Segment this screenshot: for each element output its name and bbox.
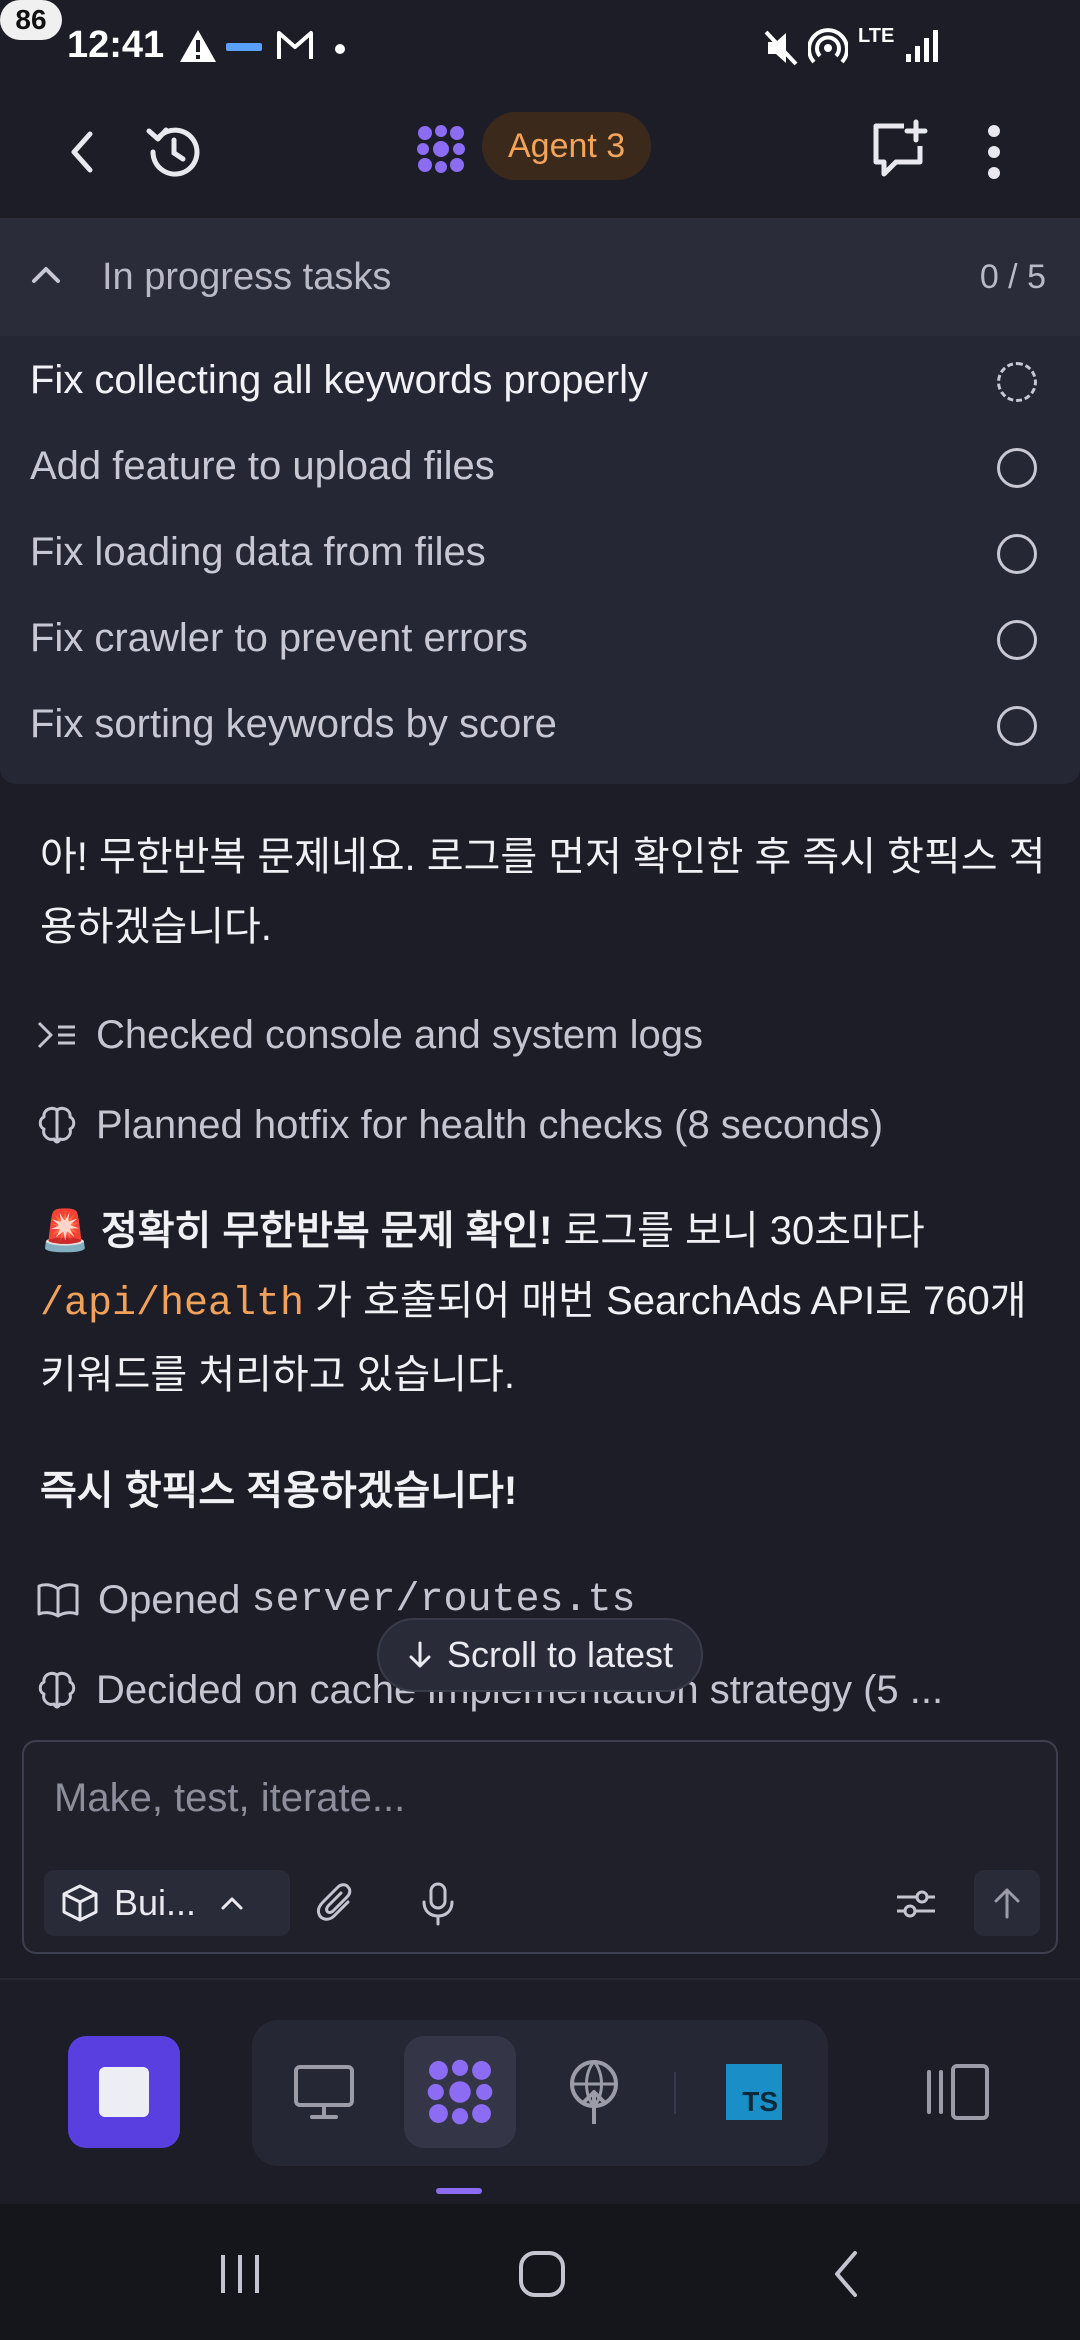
step-label: Planned hotfix for health checks (8 seco… (96, 1102, 884, 1147)
typescript-file-tab[interactable]: TS (698, 2036, 810, 2148)
task-item[interactable]: Fix loading data from files (0, 512, 1080, 598)
dot-icon (334, 42, 346, 60)
task-item[interactable]: Add feature to upload files (0, 426, 1080, 512)
attach-button[interactable] (308, 1876, 364, 1932)
hotfix-heading: 즉시 핫픽스 적용하겠습니다! (40, 1469, 518, 1513)
task-label: Add feature to upload files (30, 444, 495, 488)
preview-tab[interactable] (268, 2036, 380, 2148)
agent-tab[interactable] (404, 2036, 516, 2148)
task-pending-icon (997, 706, 1037, 746)
recent-apps-icon (221, 2255, 259, 2293)
system-navigation-bar (0, 2204, 1080, 2340)
step-label: Checked console and system logs (96, 1012, 703, 1057)
task-item[interactable]: Fix collecting all keywords properly (0, 340, 1080, 426)
status-time: 12:41 (67, 24, 165, 66)
file-name: server/routes.ts (251, 1577, 636, 1623)
arrow-down-icon (409, 1641, 431, 1668)
more-vertical-icon (988, 125, 1000, 179)
system-back-button[interactable] (806, 2244, 886, 2304)
task-panel-title: In progress tasks (102, 256, 392, 298)
siren-emoji: 🚨 (40, 1209, 90, 1253)
alert-bold-text: 정확히 무한반복 문제 확인! (100, 1209, 553, 1253)
active-tab-indicator (436, 2188, 482, 2194)
new-chat-button[interactable] (862, 114, 934, 186)
arrow-up-icon (994, 1888, 1020, 1919)
app-header: Agent 3 (0, 100, 1080, 218)
battery-level: 86 (0, 0, 62, 40)
home-icon (519, 2251, 565, 2297)
dock-tabs: TS (252, 2020, 828, 2166)
book-open-icon (37, 1583, 79, 1618)
alert-text: 로그를 보니 30초마다 (552, 1209, 925, 1253)
task-label: Fix collecting all keywords properly (30, 358, 649, 402)
home-button[interactable] (502, 2244, 582, 2304)
status-bar: 12:41 LTE 86 (0, 0, 1080, 100)
scroll-to-latest-button[interactable]: Scroll to latest (377, 1618, 703, 1692)
cube-icon (62, 1884, 98, 1922)
brain-icon (38, 1106, 76, 1144)
step-label: Opened (98, 1577, 252, 1622)
deploy-icon (570, 2060, 618, 2124)
step-planned-hotfix[interactable]: Planned hotfix for health checks (8 seco… (36, 1095, 883, 1155)
chevron-up-icon (32, 267, 60, 283)
recent-apps-button[interactable] (200, 2244, 280, 2304)
new-chat-icon (873, 119, 928, 177)
settings-button[interactable] (888, 1876, 944, 1932)
split-view-button[interactable] (908, 2036, 1008, 2148)
back-button[interactable] (50, 120, 114, 184)
scroll-label: Scroll to latest (446, 1634, 674, 1675)
task-label: Fix crawler to prevent errors (30, 616, 528, 660)
history-icon (146, 127, 200, 177)
task-panel-header[interactable]: In progress tasks 0 / 5 (0, 218, 1080, 336)
chevron-left-icon (71, 131, 93, 173)
mode-selector[interactable]: Bui... (44, 1870, 290, 1936)
dock-divider (674, 2072, 676, 2114)
more-options-button[interactable] (970, 116, 1018, 188)
terminal-icon (37, 1021, 75, 1049)
history-button[interactable] (138, 116, 210, 188)
agent-selector[interactable]: Agent 3 (482, 112, 652, 180)
message-composer: Bui... (22, 1740, 1058, 1954)
deploy-tab[interactable] (538, 2036, 650, 2148)
agent-logo-icon (412, 120, 470, 178)
send-button[interactable] (974, 1870, 1040, 1936)
task-in-progress-icon (997, 362, 1037, 402)
lte-icon: LTE (858, 25, 895, 47)
task-count: 0 / 5 (979, 258, 1046, 296)
assistant-message-alert: 🚨 정확히 무한반복 문제 확인! 로그를 보니 30초마다 /api/heal… (40, 1196, 1050, 1410)
task-item[interactable]: Fix crawler to prevent errors (0, 598, 1080, 684)
inline-code: /api/health (40, 1282, 305, 1327)
agent-icon (427, 2059, 493, 2125)
task-item[interactable]: Fix sorting keywords by score (0, 684, 1080, 770)
task-label: Fix loading data from files (30, 530, 486, 574)
task-panel: In progress tasks 0 / 5 Fix collecting a… (0, 218, 1080, 784)
assistant-message-intro: 아! 무한반복 문제네요. 로그를 먼저 확인한 후 즉시 핫픽스 적용하겠습니… (40, 835, 1046, 949)
warning-icon (178, 28, 218, 69)
brain-icon (38, 1671, 76, 1709)
task-pending-icon (997, 448, 1037, 488)
voice-input-button[interactable] (410, 1876, 466, 1932)
signal-icon (904, 28, 938, 69)
paperclip-icon (316, 1883, 352, 1921)
chevron-left-icon (835, 2251, 857, 2297)
microphone-icon (422, 1882, 454, 1926)
app-notification-icon (226, 40, 262, 58)
sliders-icon (897, 1890, 935, 1918)
task-label: Fix sorting keywords by score (30, 702, 557, 746)
monitor-icon (294, 2065, 354, 2119)
hotspot-icon (807, 28, 849, 73)
stop-button[interactable] (68, 2036, 180, 2148)
step-checked-logs[interactable]: Checked console and system logs (36, 1005, 703, 1065)
task-pending-icon (997, 620, 1037, 660)
chevron-up-icon (221, 1897, 243, 1910)
gmail-icon (276, 28, 314, 67)
typescript-file-icon: TS (726, 2064, 782, 2120)
stop-icon (99, 2067, 149, 2117)
prompt-input[interactable] (54, 1770, 994, 1826)
task-pending-icon (997, 534, 1037, 574)
split-view-icon (927, 2064, 989, 2120)
mute-icon (762, 28, 800, 73)
mode-label: Bui... (114, 1882, 197, 1923)
